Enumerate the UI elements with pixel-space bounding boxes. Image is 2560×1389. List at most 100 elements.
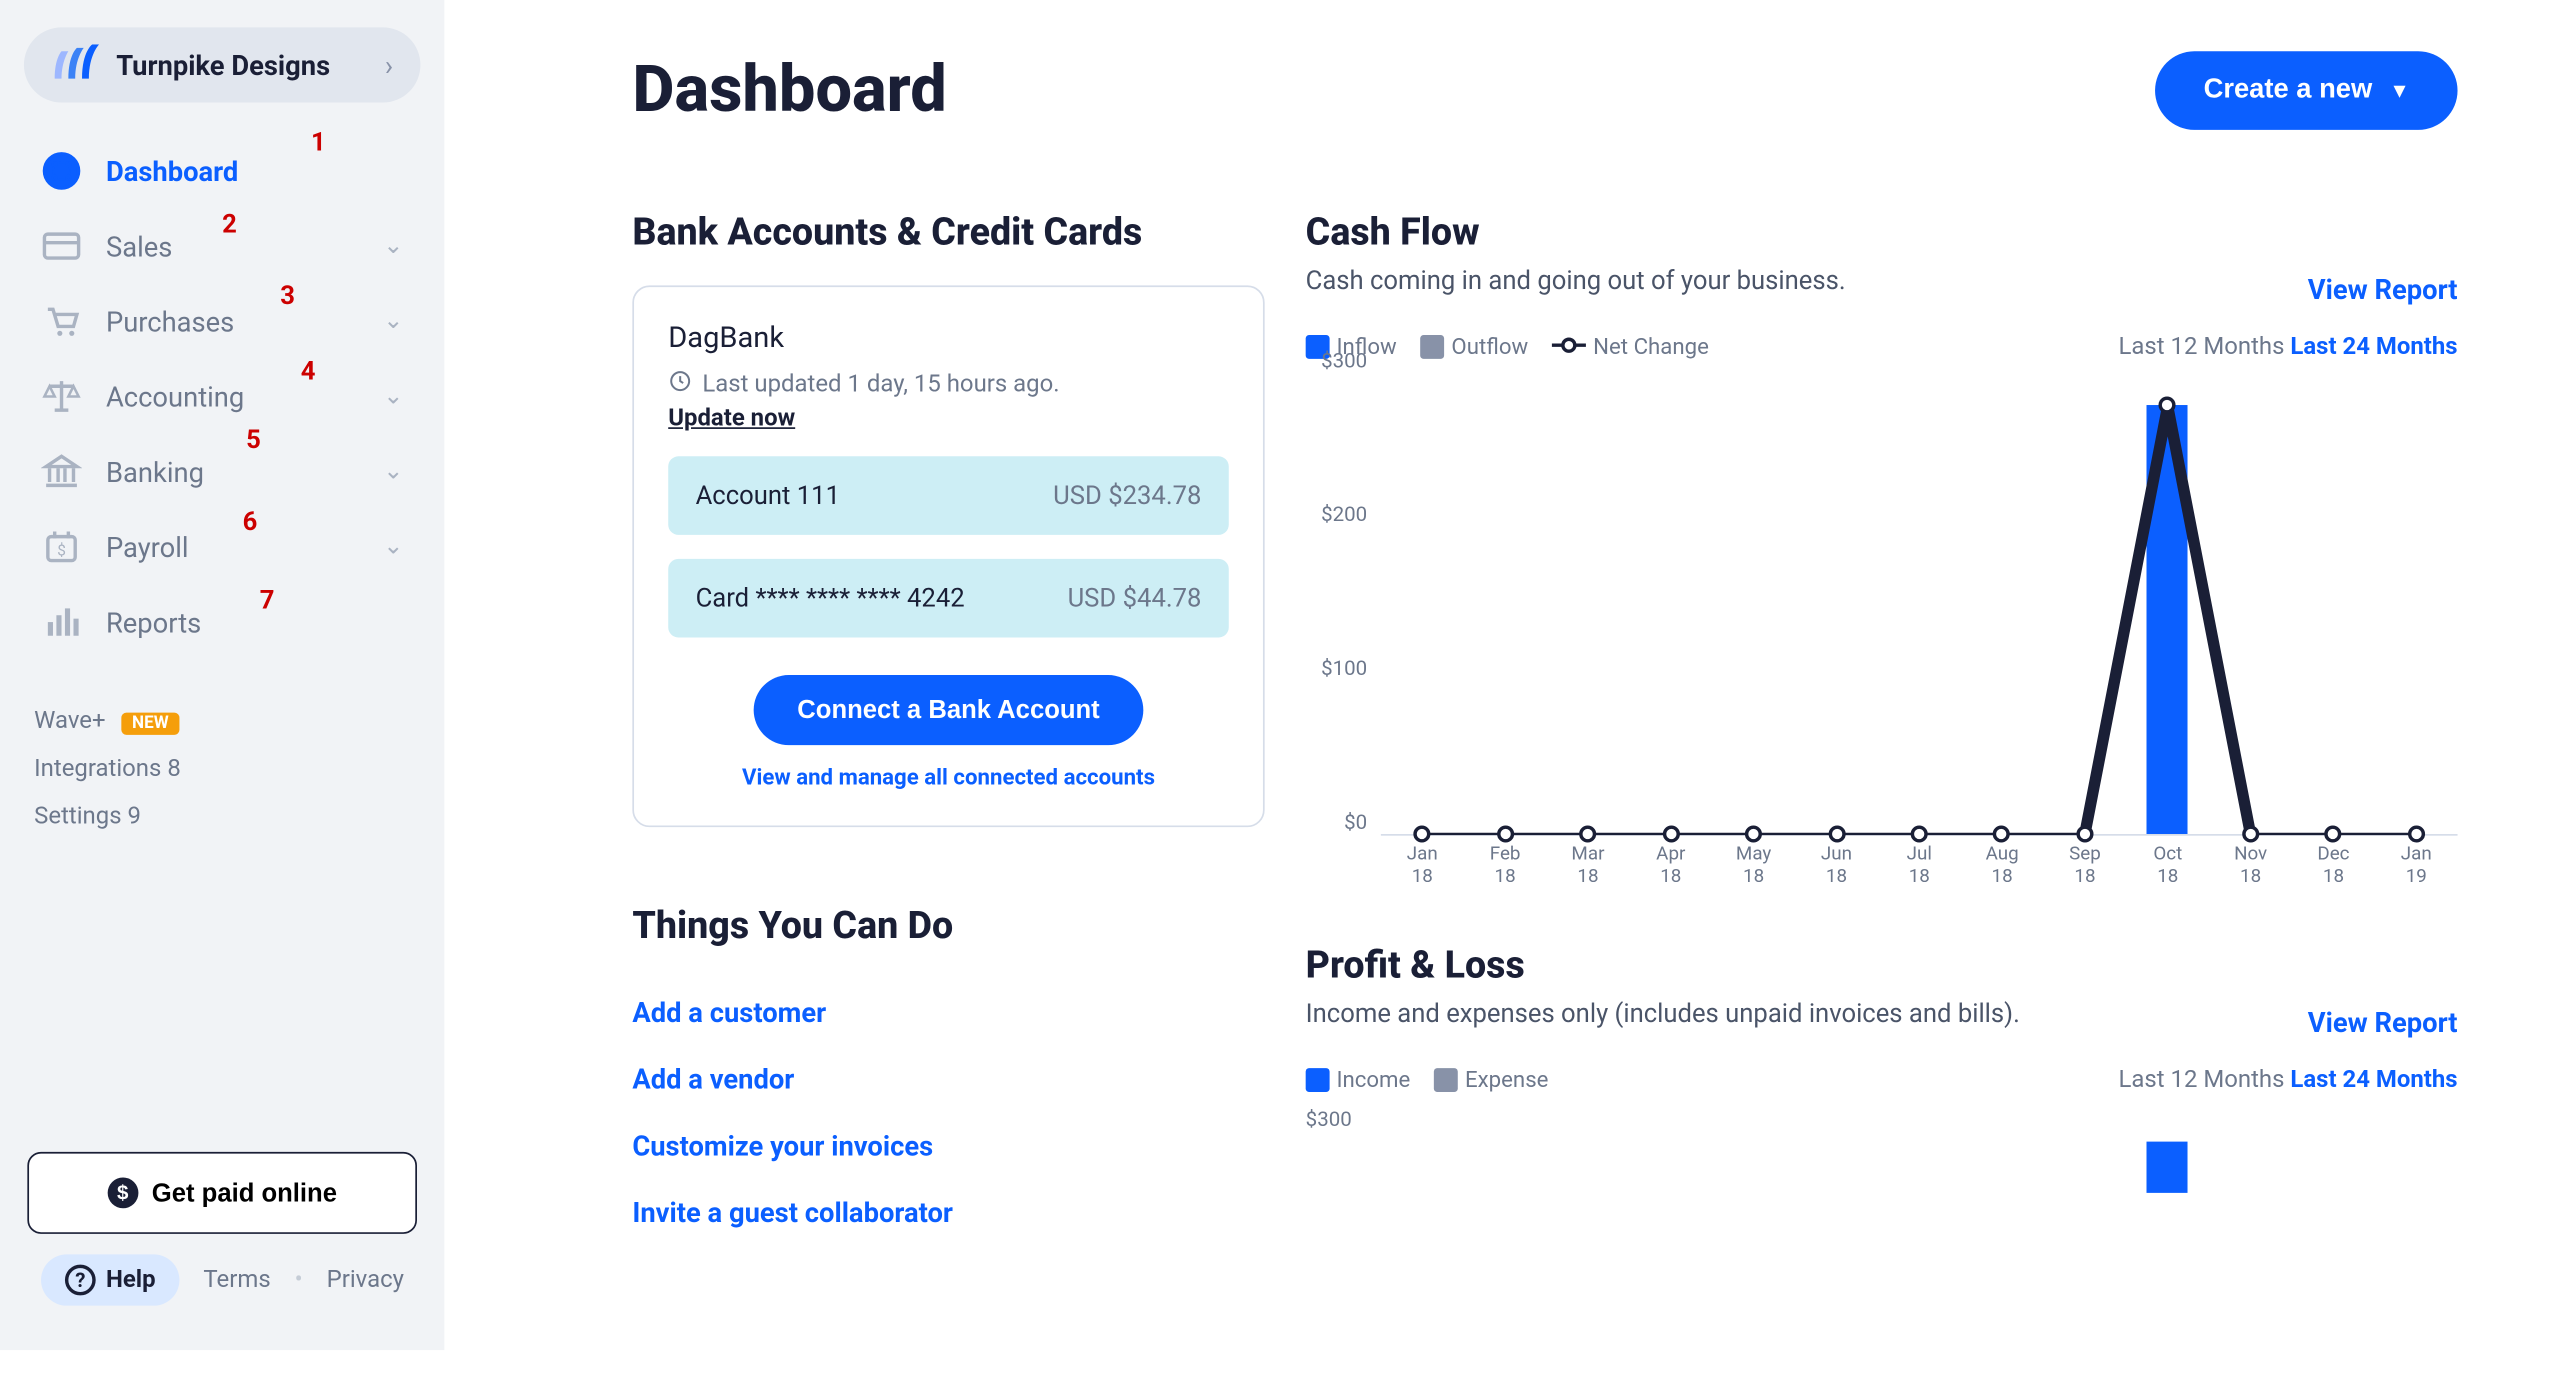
reports-icon: [41, 602, 82, 643]
annotation-badge: 5: [246, 424, 261, 455]
things-item-customize-invoices[interactable]: Customize your invoices: [632, 1113, 1264, 1180]
account-balance: USD $44.78: [1068, 583, 1202, 614]
x-tick-label: Dec18: [2292, 843, 2375, 888]
nav-settings[interactable]: Settings 9: [34, 793, 410, 841]
nav-label: Sales: [106, 230, 172, 262]
x-tick-label: Feb18: [1464, 843, 1547, 888]
sidebar: Turnpike Designs › Dashboard 1 Sales 2 ⌄…: [0, 0, 444, 1350]
x-tick-label: Oct18: [2126, 843, 2209, 888]
dashboard-icon: [41, 150, 82, 191]
annotation-badge: 1: [311, 126, 326, 157]
nav-payroll[interactable]: $ Payroll 6 ⌄: [21, 509, 424, 584]
create-new-button[interactable]: Create a new ▼: [2156, 51, 2458, 130]
last-updated: Last updated 1 day, 15 hours ago.: [668, 369, 1229, 400]
net-point: [1497, 825, 1514, 842]
page-title: Dashboard: [632, 53, 946, 128]
business-name: Turnpike Designs: [116, 49, 385, 81]
bank-section-title: Bank Accounts & Credit Cards: [632, 212, 1264, 255]
chevron-down-icon: ⌄: [383, 533, 403, 560]
y-tick-label: $300: [1306, 1107, 1352, 1131]
period-24m[interactable]: Last 24 Months: [2290, 1066, 2457, 1093]
update-now-link[interactable]: Update now: [668, 405, 795, 432]
net-point: [1828, 825, 1845, 842]
legend-outflow: Outflow: [1421, 334, 1529, 360]
bank-card: DagBank Last updated 1 day, 15 hours ago…: [632, 285, 1264, 827]
x-tick-label: Jul18: [1878, 843, 1961, 888]
nav-label: Integrations: [34, 755, 161, 782]
nav-dashboard[interactable]: Dashboard 1: [21, 133, 424, 208]
things-item-invite-collaborator[interactable]: Invite a guest collaborator: [632, 1179, 1264, 1246]
nav-wave-plus[interactable]: Wave+ NEW: [34, 697, 410, 745]
get-paid-online-button[interactable]: $ Get paid online: [27, 1152, 417, 1234]
outflow-swatch-icon: [1421, 335, 1445, 359]
income-swatch-icon: [1306, 1068, 1330, 1092]
account-row[interactable]: Account 111 USD $234.78: [668, 456, 1229, 535]
net-point: [2325, 825, 2342, 842]
nav-label: Wave+: [34, 708, 105, 735]
help-button[interactable]: ? Help: [41, 1254, 179, 1305]
nav-banking[interactable]: Banking 5 ⌄: [21, 434, 424, 509]
right-column: Cash Flow Cash coming in and going out o…: [1306, 212, 2458, 1246]
annotation-badge: 6: [243, 506, 258, 537]
x-tick-label: May18: [1712, 843, 1795, 888]
period-24m[interactable]: Last 24 Months: [2290, 333, 2457, 360]
net-point: [1745, 825, 1762, 842]
account-row[interactable]: Card **** **** **** 4242 USD $44.78: [668, 559, 1229, 638]
period-12m[interactable]: Last 12 Months: [2118, 333, 2284, 360]
nav-purchases[interactable]: Purchases 3 ⌄: [21, 284, 424, 359]
period-12m[interactable]: Last 12 Months: [2118, 1066, 2284, 1093]
net-point: [1911, 825, 1928, 842]
legend-income: Income: [1306, 1067, 1411, 1093]
manage-accounts-link[interactable]: View and manage all connected accounts: [668, 766, 1229, 792]
caret-down-icon: ▼: [2389, 79, 2409, 103]
nav-sales[interactable]: Sales 2 ⌄: [21, 208, 424, 283]
pl-view-report-link[interactable]: View Report: [2308, 1007, 2458, 1039]
nav-label: Purchases: [106, 305, 234, 337]
nav-reports[interactable]: Reports 7: [21, 584, 424, 659]
annotation-badge: 3: [280, 280, 295, 311]
left-column: Bank Accounts & Credit Cards DagBank Las…: [632, 212, 1264, 1246]
y-axis: $0$100$200$300: [1306, 374, 1368, 835]
account-balance: USD $234.78: [1053, 480, 1201, 511]
things-title: Things You Can Do: [632, 906, 1264, 949]
sidebar-footer: ? Help Terms • Privacy: [27, 1234, 417, 1313]
net-point: [2242, 825, 2259, 842]
y-tick-label: $300: [1321, 349, 1367, 373]
cashflow-subtitle: Cash coming in and going out of your bus…: [1306, 265, 1846, 296]
card-icon: [41, 226, 82, 267]
annotation-badge: 4: [301, 355, 316, 386]
connect-bank-button[interactable]: Connect a Bank Account: [753, 675, 1144, 745]
chevron-down-icon: ⌄: [383, 308, 403, 335]
sidebar-bottom: $ Get paid online ? Help Terms • Privacy: [14, 1135, 431, 1330]
primary-nav: Dashboard 1 Sales 2 ⌄ Purchases 3 ⌄ Acco…: [14, 133, 431, 659]
x-tick-label: Jan18: [1381, 843, 1464, 888]
nav-accounting[interactable]: Accounting 4 ⌄: [21, 359, 424, 434]
terms-link[interactable]: Terms: [203, 1266, 270, 1293]
net-point: [1414, 825, 1431, 842]
cashflow-view-report-link[interactable]: View Report: [2308, 273, 2458, 305]
business-switcher[interactable]: Turnpike Designs ›: [24, 27, 420, 102]
x-tick-label: Nov18: [2209, 843, 2292, 888]
pl-title: Profit & Loss: [1306, 945, 2020, 988]
privacy-link[interactable]: Privacy: [327, 1266, 404, 1293]
x-tick-label: Apr18: [1629, 843, 1712, 888]
pl-chart: $300: [1306, 1107, 2458, 1192]
separator-dot: •: [295, 1266, 303, 1293]
page-header: Dashboard Create a new ▼: [632, 51, 2457, 130]
things-item-add-vendor[interactable]: Add a vendor: [632, 1046, 1264, 1113]
annotation-badge: 9: [128, 803, 141, 830]
net-point: [2408, 825, 2425, 842]
y-tick-label: $100: [1321, 656, 1367, 680]
legend-expense: Expense: [1434, 1067, 1548, 1093]
chevron-down-icon: ⌄: [383, 383, 403, 410]
net-point: [1993, 825, 2010, 842]
bank-icon: [41, 451, 82, 492]
expense-swatch-icon: [1434, 1068, 1458, 1092]
annotation-badge: 7: [260, 584, 275, 615]
nav-label: Reports: [106, 606, 201, 638]
things-item-add-customer[interactable]: Add a customer: [632, 979, 1264, 1046]
net-point: [1579, 825, 1596, 842]
net-point: [2159, 396, 2176, 413]
x-axis-labels: Jan18Feb18Mar18Apr18May18Jun18Jul18Aug18…: [1381, 843, 2458, 888]
nav-integrations[interactable]: Integrations 8: [34, 745, 410, 793]
